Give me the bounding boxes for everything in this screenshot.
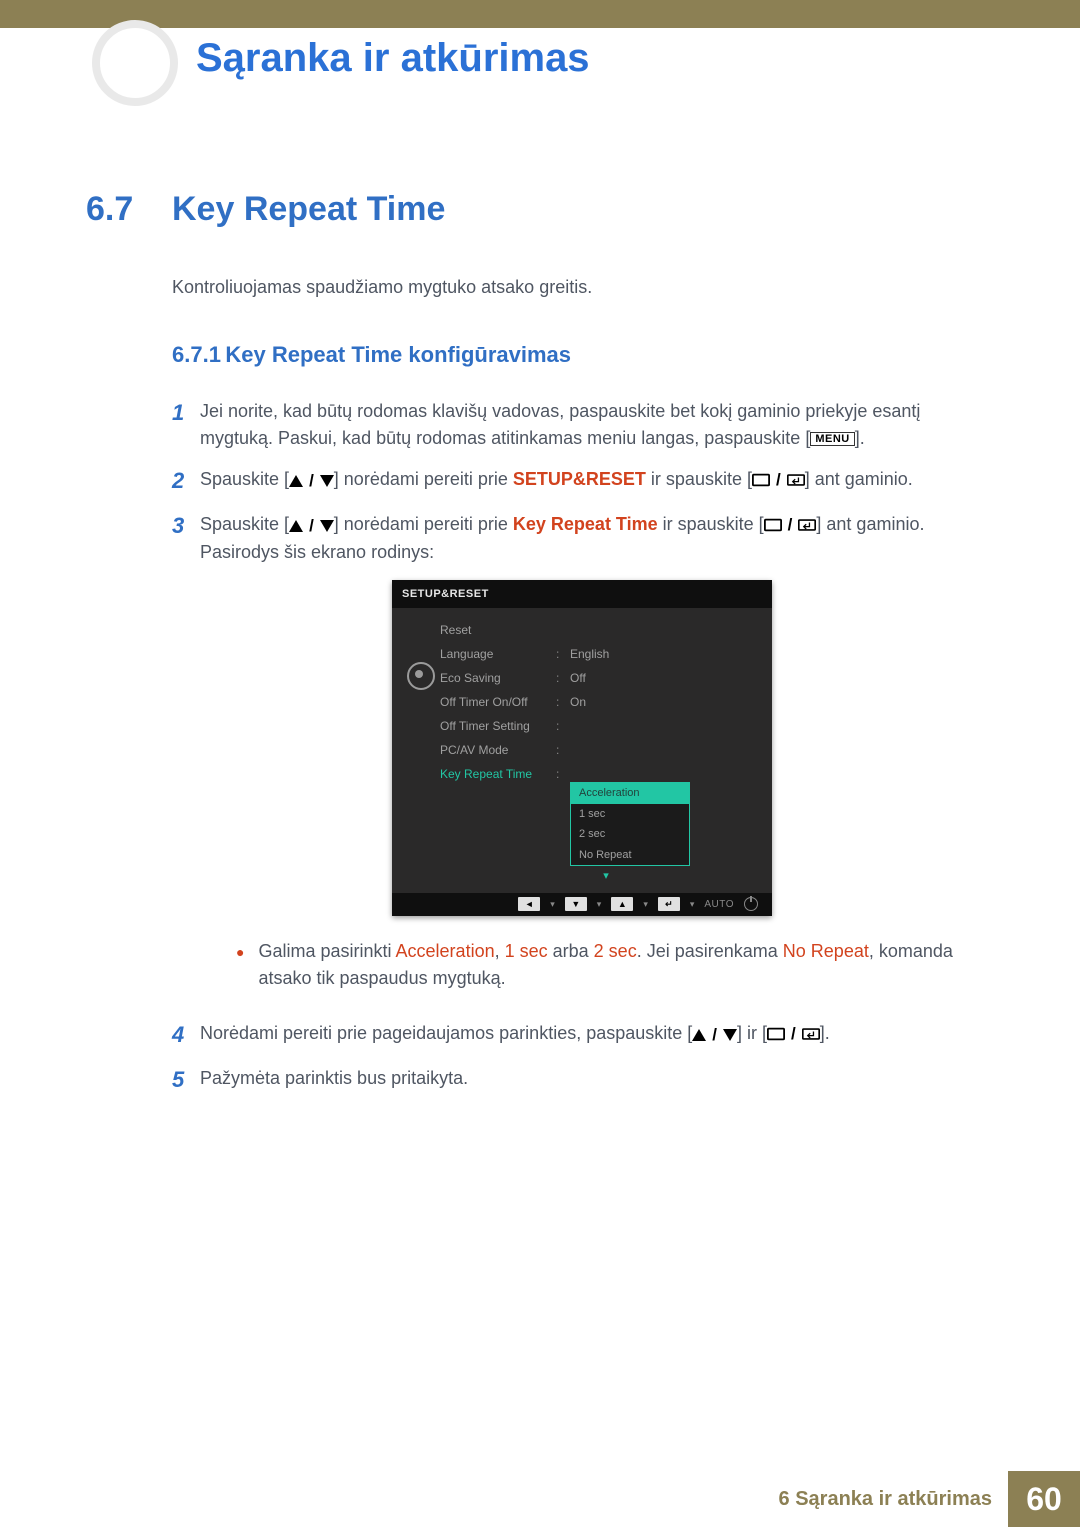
- enter-icon: [802, 1027, 820, 1041]
- osd-row-pcav-mode: PC/AV Mode:: [440, 738, 772, 762]
- section-number: 6.7: [86, 190, 172, 229]
- source-icon: [764, 518, 782, 532]
- subsection-number: 6.7.1: [172, 342, 221, 367]
- up-down-icon: /: [289, 468, 334, 494]
- step-5: 5 Pažymėta parinktis bus pritaikyta.: [172, 1065, 966, 1096]
- source-enter-icon: /: [767, 1021, 820, 1047]
- osd-row-eco-saving: Eco Saving:Off: [440, 666, 772, 690]
- osd-option-1sec: 1 sec: [571, 804, 689, 825]
- subsection-heading: 6.7.1 Key Repeat Time konfigūravimas: [172, 342, 966, 368]
- osd-sidebar: [402, 618, 440, 889]
- step-2: 2 Spauskite [/] norėdami pereiti prie SE…: [172, 466, 966, 497]
- step-4-text-a: Norėdami pereiti prie pageidaujamos pari…: [200, 1023, 692, 1043]
- step-2-text-c: ir spauskite [: [646, 469, 752, 489]
- subsection-title: Key Repeat Time konfigūravimas: [225, 342, 571, 367]
- page-content: 6.7 Key Repeat Time Kontroliuojamas spau…: [86, 190, 966, 1110]
- power-icon: [744, 897, 758, 911]
- triangle-up-icon: [289, 520, 303, 532]
- step-3-note: ● Galima pasirinkti Acceleration, 1 sec …: [236, 938, 966, 992]
- step-3: 3 Spauskite [/] norėdami pereiti prie Ke…: [172, 511, 966, 1006]
- osd-row-language: Language:English: [440, 642, 772, 666]
- triangle-up-icon: [289, 475, 303, 487]
- step-number: 1: [172, 396, 200, 452]
- osd-title: SETUP&RESET: [392, 580, 772, 609]
- osd-option-norepeat: No Repeat: [571, 845, 689, 866]
- step-4-text-b: ] ir [: [737, 1023, 767, 1043]
- source-icon: [752, 473, 770, 487]
- page-number: 60: [1008, 1471, 1080, 1527]
- bullet-icon: ●: [236, 942, 244, 992]
- triangle-up-icon: [692, 1029, 706, 1041]
- step-4-text-c: ].: [820, 1023, 830, 1043]
- gear-icon: [407, 662, 435, 690]
- triangle-down-icon: [320, 520, 334, 532]
- triangle-down-icon: [320, 475, 334, 487]
- step-2-text-d: ] ant gaminio.: [805, 469, 913, 489]
- step-number: 4: [172, 1018, 200, 1051]
- osd-panel: SETUP&RESET Reset Language:English Eco S…: [392, 580, 772, 916]
- osd-option-2sec: 2 sec: [571, 824, 689, 845]
- step-2-text-a: Spauskite [: [200, 469, 289, 489]
- step-3-tail: Pasirodys šis ekrano rodinys:: [200, 539, 966, 566]
- page-footer: 6 Sąranka ir atkūrimas 60: [0, 1471, 1080, 1527]
- chapter-title: Sąranka ir atkūrimas: [196, 36, 590, 81]
- source-enter-icon: /: [752, 467, 805, 493]
- osd-footer: ◄▾ ▼▾ ▲▾ ↵▾ AUTO: [392, 893, 772, 916]
- enter-icon: [787, 473, 805, 487]
- step-4: 4 Norėdami pereiti prie pageidaujamos pa…: [172, 1020, 966, 1051]
- osd-nav-up-icon: ▲: [611, 897, 633, 911]
- osd-auto-label: AUTO: [704, 897, 734, 912]
- osd-dropdown: Acceleration 1 sec 2 sec No Repeat: [570, 782, 690, 866]
- osd-nav-down-icon: ▼: [565, 897, 587, 911]
- triangle-down-icon: [723, 1029, 737, 1041]
- header-band: [0, 0, 1080, 28]
- up-down-icon: /: [289, 513, 334, 539]
- osd-option-acceleration: Acceleration: [571, 783, 689, 804]
- source-enter-icon: /: [764, 512, 817, 538]
- step-3-text-d: ] ant gaminio.: [816, 514, 924, 534]
- opt-acceleration: Acceleration: [396, 941, 495, 961]
- section-title: Key Repeat Time: [172, 190, 445, 229]
- step-number: 2: [172, 464, 200, 497]
- step-2-text-b: ] norėdami pereiti prie: [334, 469, 513, 489]
- osd-row-off-timer-onoff: Off Timer On/Off:On: [440, 690, 772, 714]
- chevron-down-icon: ▾: [440, 868, 772, 889]
- osd-row-reset: Reset: [440, 618, 772, 642]
- opt-2sec: 2 sec: [594, 941, 637, 961]
- osd-nav-left-icon: ◄: [518, 897, 540, 911]
- osd-row-off-timer-setting: Off Timer Setting:: [440, 714, 772, 738]
- step-1-text-b: ].: [855, 428, 865, 448]
- enter-icon: [798, 518, 816, 532]
- source-icon: [767, 1027, 785, 1041]
- section-intro: Kontroliuojamas spaudžiamo mygtuko atsak…: [172, 277, 966, 298]
- step-1: 1 Jei norite, kad būtų rodomas klavišų v…: [172, 398, 966, 452]
- step-3-text-a: Spauskite [: [200, 514, 289, 534]
- footer-chapter-label: 6 Sąranka ir atkūrimas: [779, 1471, 1008, 1527]
- step-3-text-c: ir spauskite [: [658, 514, 764, 534]
- step-3-text-b: ] norėdami pereiti prie: [334, 514, 513, 534]
- opt-1sec: 1 sec: [505, 941, 548, 961]
- step-2-target: SETUP&RESET: [513, 469, 646, 489]
- step-number: 3: [172, 509, 200, 1006]
- menu-button-label: MENU: [810, 432, 854, 446]
- osd-nav-enter-icon: ↵: [658, 897, 680, 911]
- chapter-badge-circle: [92, 20, 178, 106]
- step-5-text: Pažymėta parinktis bus pritaikyta.: [200, 1068, 468, 1088]
- step-3-target: Key Repeat Time: [513, 514, 658, 534]
- up-down-icon: /: [692, 1022, 737, 1048]
- section-heading: 6.7 Key Repeat Time: [86, 190, 966, 229]
- step-number: 5: [172, 1063, 200, 1096]
- osd-menu-items: Reset Language:English Eco Saving:Off Of…: [440, 618, 772, 889]
- step-list: 1 Jei norite, kad būtų rodomas klavišų v…: [172, 398, 966, 1096]
- opt-norepeat: No Repeat: [783, 941, 869, 961]
